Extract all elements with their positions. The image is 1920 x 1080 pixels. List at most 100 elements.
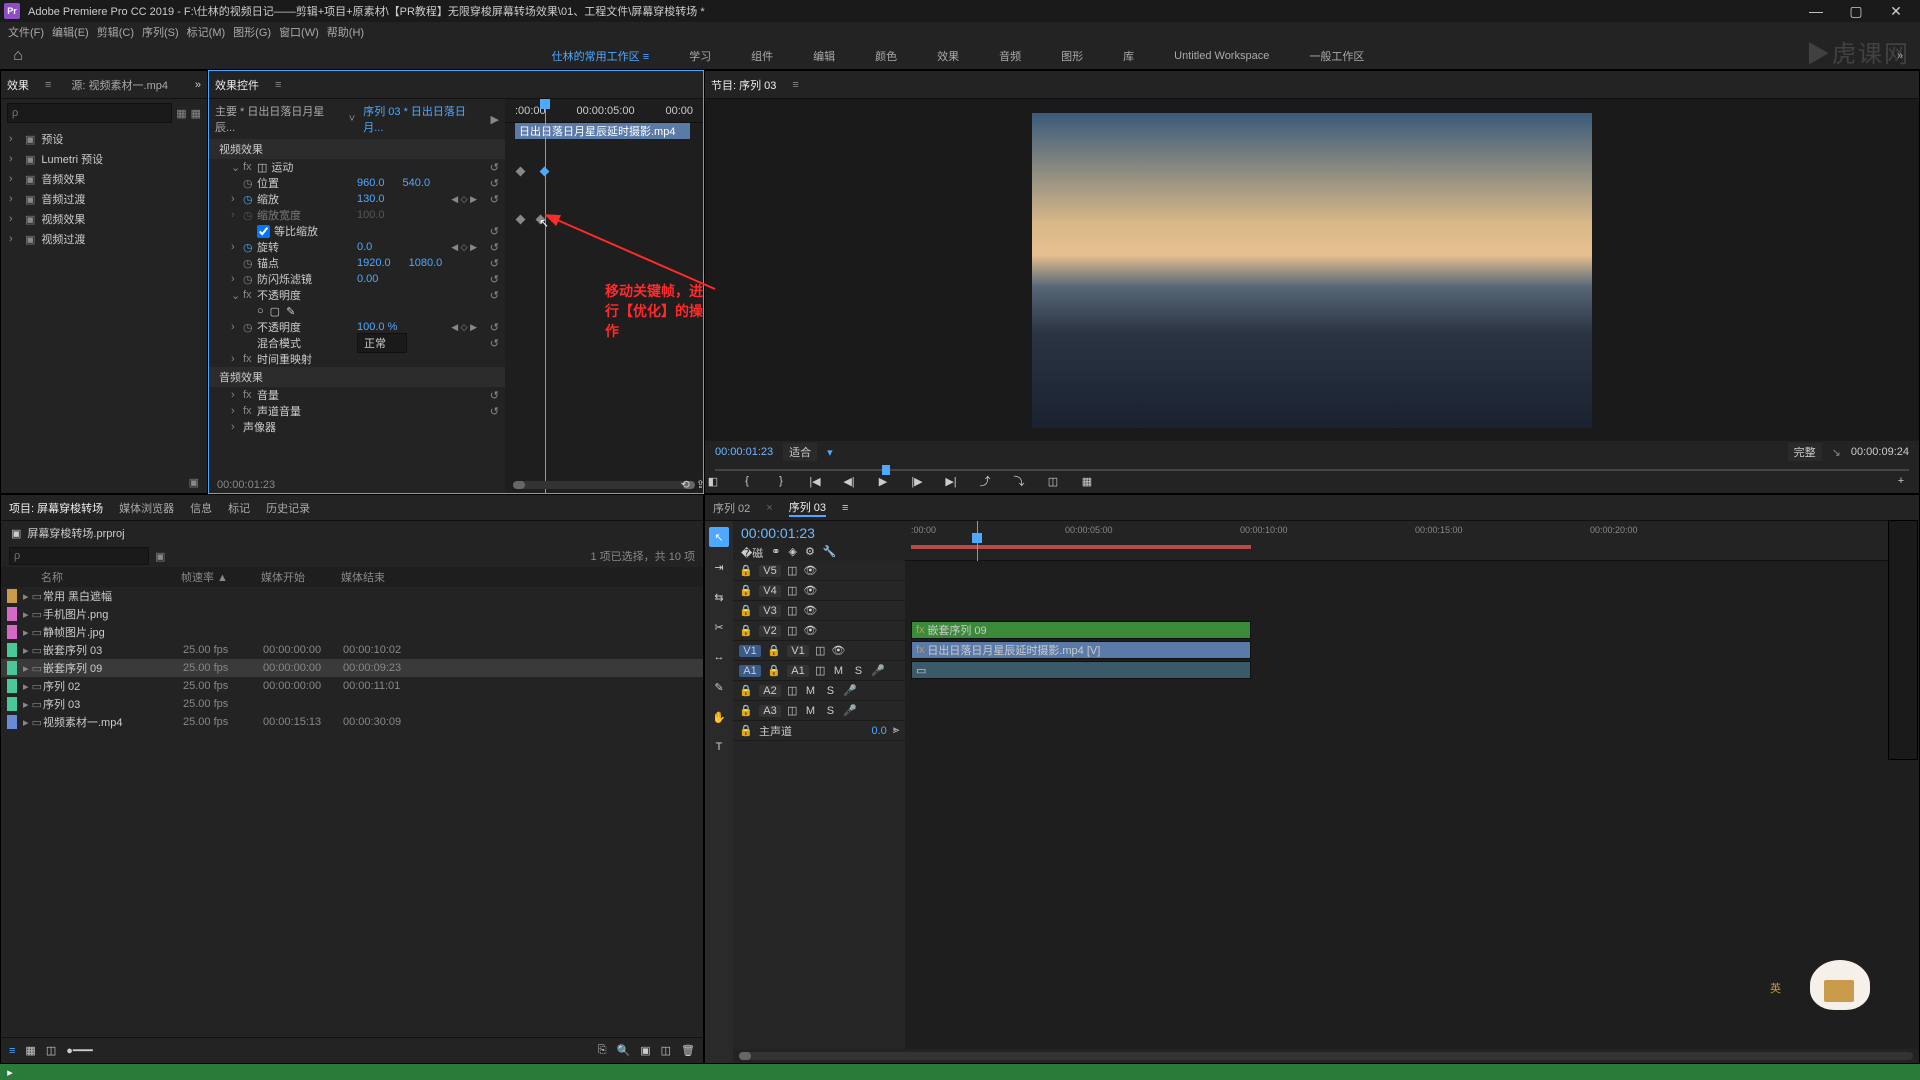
mark-clip-icon[interactable]: } — [773, 475, 789, 487]
ec-loop-icon[interactable]: ⟲ — [681, 478, 690, 491]
project-row[interactable]: ▸ ▭视频素材一.mp425.00 fps00:00:15:1300:00:30… — [1, 713, 703, 731]
snap-icon[interactable]: �磁 — [741, 545, 763, 561]
clip-v1[interactable]: fx 日出日落日月星辰延时摄影.mp4 [V] — [911, 641, 1251, 659]
project-row[interactable]: ▸ ▭嵌套序列 0925.00 fps00:00:00:0000:00:09:2… — [1, 659, 703, 677]
workspace-untitled[interactable]: Untitled Workspace — [1174, 50, 1269, 62]
mask-pen-icon[interactable]: ✎ — [286, 305, 295, 318]
keyframe-nav[interactable]: ◀ ◇ ▶ — [451, 194, 477, 205]
icon-view-icon[interactable]: ▦ — [25, 1044, 35, 1057]
tree-lumetri[interactable]: ›▣Lumetri 预设 — [1, 149, 207, 169]
keyframe-rot-start[interactable] — [517, 214, 524, 226]
project-row[interactable]: ▸ ▭常用 黑白遮幅 — [1, 587, 703, 605]
workspace-audio[interactable]: 音频 — [999, 48, 1021, 64]
ec-export-icon[interactable]: ⇪ — [696, 478, 705, 491]
mask-ellipse-icon[interactable]: ○ — [257, 305, 264, 317]
reset-icon[interactable]: ↺ — [490, 405, 499, 418]
tree-audio-effects[interactable]: ›▣音频效果 — [1, 169, 207, 189]
hand-tool-icon[interactable]: ✋ — [709, 707, 729, 727]
workspace-assembly[interactable]: 组件 — [751, 48, 773, 64]
razor-tool-icon[interactable]: ✂ — [709, 617, 729, 637]
export-frame-icon[interactable]: ◫ — [1045, 475, 1061, 488]
button-editor-icon[interactable]: + — [1893, 475, 1909, 487]
tab-source[interactable]: 源: 视频素材一.mp4 — [71, 77, 168, 93]
clip-v2[interactable]: fx 嵌套序列 09 — [911, 621, 1251, 639]
project-row[interactable]: ▸ ▭序列 0325.00 fps — [1, 695, 703, 713]
play-icon[interactable]: ▶ — [875, 475, 891, 488]
slip-tool-icon[interactable]: ↔ — [709, 647, 729, 667]
program-settings-icon[interactable]: ↘ — [1832, 446, 1841, 459]
menu-sequence[interactable]: 序列(S) — [142, 24, 179, 40]
ec-keyframe-area[interactable]: :00:00 00:00:05:00 00:00 日出日落日月星辰延时摄影.mp… — [505, 99, 703, 493]
home-button[interactable]: ⌂ — [0, 42, 36, 70]
ec-panner[interactable]: 声像器 — [243, 419, 343, 435]
track-select-tool-icon[interactable]: ⇥ — [709, 557, 729, 577]
timeline-track-area[interactable]: fx 嵌套序列 09 fx 日出日落日月星辰延时摄影.mp4 [V] ▭ — [905, 561, 1919, 1049]
ec-clip-bar[interactable]: 日出日落日月星辰延时摄影.mp4 — [515, 123, 690, 139]
settings-icon[interactable]: ⚙ — [805, 545, 815, 561]
tab-markers[interactable]: 标记 — [228, 500, 250, 516]
menu-markers[interactable]: 标记(M) — [187, 24, 226, 40]
effects-search-input[interactable] — [7, 103, 172, 123]
step-fwd-icon[interactable]: |▶ — [909, 475, 925, 488]
ec-hscroll[interactable] — [513, 481, 695, 489]
tab-media-browser[interactable]: 媒体浏览器 — [119, 500, 174, 516]
ec-uniform-checkbox[interactable] — [257, 225, 270, 238]
linked-icon[interactable]: ⚭ — [771, 545, 780, 561]
clip-a1[interactable]: ▭ — [911, 661, 1251, 679]
workspace-color[interactable]: 颜色 — [875, 48, 897, 64]
new-bin-icon[interactable]: ▣ — [640, 1044, 650, 1057]
workspace-general[interactable]: 一般工作区 — [1309, 48, 1364, 64]
reset-icon[interactable]: ↺ — [490, 289, 499, 302]
timeline-hscroll[interactable] — [739, 1052, 1913, 1060]
tab-info[interactable]: 信息 — [190, 500, 212, 516]
menu-clip[interactable]: 剪辑(C) — [97, 24, 134, 40]
ec-sequence-label[interactable]: 序列 03 * 日出日落日月... — [363, 103, 482, 135]
ec-timeremap[interactable]: 时间重映射 — [257, 351, 357, 367]
workspace-graphics[interactable]: 图形 — [1061, 48, 1083, 64]
col-start[interactable]: 媒体开始 — [261, 569, 341, 585]
tab-program[interactable]: 节目: 序列 03 — [711, 77, 776, 93]
tab-history[interactable]: 历史记录 — [266, 500, 310, 516]
panel-collapse-icon[interactable]: » — [195, 79, 201, 91]
menu-window[interactable]: 窗口(W) — [279, 24, 319, 40]
ec-rot-v[interactable]: 0.0 — [357, 241, 372, 253]
project-filter-icon[interactable]: ▣ — [155, 550, 165, 563]
delete-icon[interactable]: 🗑 — [681, 1044, 695, 1057]
mask-rect-icon[interactable]: ▢ — [270, 305, 280, 318]
program-zoom-select[interactable]: 适合 — [783, 443, 817, 461]
automate-icon[interactable]: ⎘ — [598, 1044, 607, 1057]
ec-opacity-v[interactable]: 100.0 % — [357, 321, 397, 333]
reset-icon[interactable]: ↺ — [490, 193, 499, 206]
ec-opacity[interactable]: 不透明度 — [257, 287, 357, 303]
close-button[interactable]: ✕ — [1876, 3, 1916, 20]
workspace-learn[interactable]: 学习 — [689, 48, 711, 64]
tree-audio-transitions[interactable]: ›▣音频过渡 — [1, 189, 207, 209]
program-timecode[interactable]: 00:00:01:23 — [715, 446, 773, 458]
zoom-slider[interactable]: ●━━━ — [66, 1044, 93, 1057]
ec-volume[interactable]: 音量 — [257, 387, 357, 403]
new-item-icon[interactable]: ◫ — [661, 1044, 671, 1057]
reset-icon[interactable]: ↺ — [490, 225, 499, 238]
audio-meter[interactable] — [1888, 520, 1918, 760]
reset-icon[interactable]: ↺ — [490, 273, 499, 286]
ec-chvolume[interactable]: 声道音量 — [257, 403, 357, 419]
marker-tool-icon[interactable]: ◈ — [789, 545, 797, 561]
minimize-button[interactable]: — — [1796, 3, 1836, 19]
type-tool-icon[interactable]: T — [709, 737, 729, 757]
go-out-icon[interactable]: ▶| — [943, 475, 959, 488]
keyframe-scale-start[interactable] — [517, 166, 524, 178]
workspace-active[interactable]: 仕林的常用工作区 ≡ — [552, 48, 649, 64]
col-end[interactable]: 媒体结束 — [341, 569, 421, 585]
panel-menu-icon[interactable]: ≡ — [842, 502, 848, 514]
go-in-icon[interactable]: |◀ — [807, 475, 823, 488]
find-icon[interactable]: 🔍 — [617, 1044, 631, 1057]
col-name[interactable]: 名称 — [41, 569, 181, 585]
ec-flicker-v[interactable]: 0.00 — [357, 273, 378, 285]
work-area-bar[interactable] — [911, 545, 1251, 549]
ec-play-icon[interactable]: ▶ — [491, 113, 499, 126]
reset-icon[interactable]: ↺ — [490, 177, 499, 190]
reset-icon[interactable]: ↺ — [490, 321, 499, 334]
ec-pos-y[interactable]: 540.0 — [403, 177, 431, 189]
workspace-library[interactable]: 库 — [1123, 48, 1134, 64]
mark-out-icon[interactable]: { — [739, 475, 755, 487]
